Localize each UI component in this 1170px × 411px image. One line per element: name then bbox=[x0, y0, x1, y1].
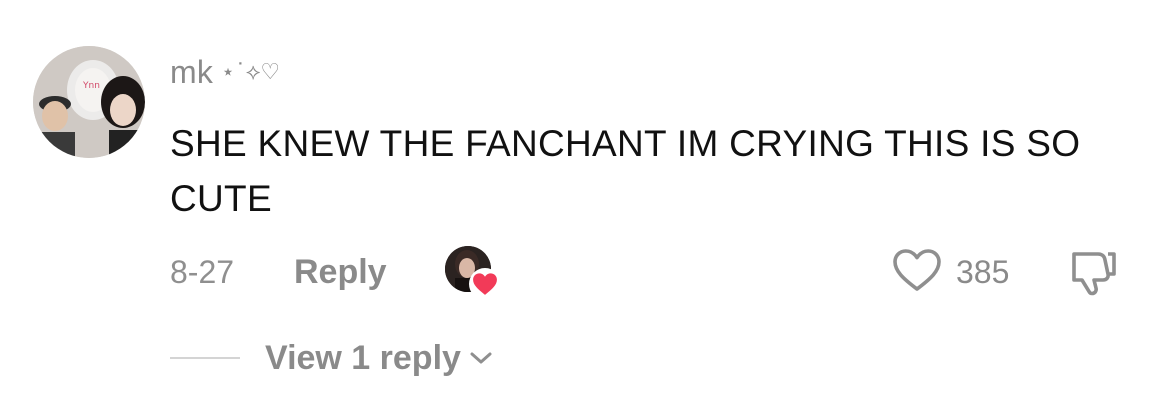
creator-liked-badge bbox=[445, 246, 505, 300]
comment-date: 8-27 bbox=[170, 254, 235, 290]
dislike-button[interactable] bbox=[1068, 248, 1120, 301]
replies-divider bbox=[170, 357, 240, 359]
chevron-down-icon bbox=[469, 350, 493, 366]
thumbs-down-icon bbox=[1068, 252, 1120, 300]
view-replies-row[interactable]: View 1 reply bbox=[170, 334, 493, 382]
like-count: 385 bbox=[956, 254, 1010, 290]
username-decoration-text: ⋆˙⟡♡ bbox=[221, 59, 281, 85]
heart-outline-icon bbox=[892, 248, 942, 297]
reply-button[interactable]: Reply bbox=[294, 253, 387, 292]
user-avatar[interactable]: Ynn bbox=[33, 46, 145, 158]
view-replies-button[interactable]: View 1 reply bbox=[265, 339, 461, 378]
avatar-photo: Ynn bbox=[33, 46, 145, 158]
comment-meta-row: 8-27 Reply 385 bbox=[170, 246, 1130, 301]
username-decoration: ⋆˙⟡♡ bbox=[221, 60, 280, 85]
like-button[interactable]: 385 bbox=[892, 248, 1009, 297]
red-heart-icon bbox=[469, 268, 501, 300]
svg-text:Ynn: Ynn bbox=[82, 81, 100, 91]
comment-text: SHE KNEW THE FANCHANT IM CRYING THIS IS … bbox=[170, 123, 1081, 219]
username-row: mk ⋆˙⟡♡ bbox=[170, 52, 280, 92]
username[interactable]: mk bbox=[170, 54, 213, 91]
